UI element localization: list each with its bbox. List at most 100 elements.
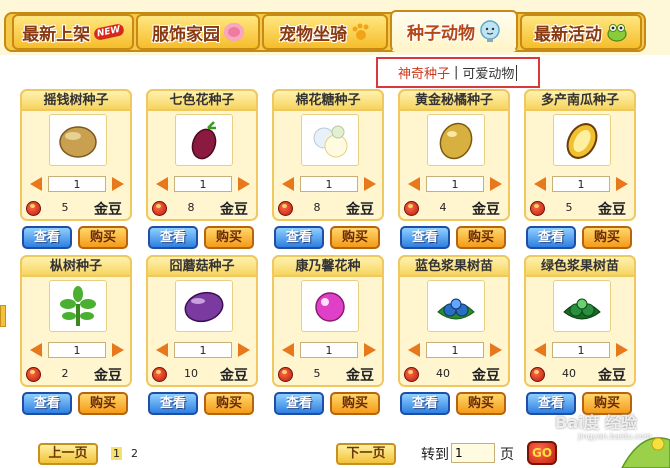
next-page-button[interactable]: 下一页 bbox=[336, 443, 396, 465]
increase-quantity-arrow[interactable] bbox=[490, 343, 502, 357]
price-currency: 金豆 bbox=[346, 368, 374, 384]
item-card: 囧蘑菇种子 10 金豆 bbox=[146, 255, 258, 387]
view-button[interactable]: 查看 bbox=[274, 392, 324, 415]
increase-quantity-arrow[interactable] bbox=[238, 177, 250, 191]
item-name: 康乃馨花种 bbox=[272, 255, 384, 277]
view-button[interactable]: 查看 bbox=[148, 392, 198, 415]
buy-button[interactable]: 购买 bbox=[78, 226, 128, 249]
quantity-input[interactable] bbox=[300, 342, 358, 358]
decrease-quantity-arrow[interactable] bbox=[156, 343, 168, 357]
quantity-input[interactable] bbox=[174, 342, 232, 358]
item-image[interactable] bbox=[175, 114, 233, 166]
increase-quantity-arrow[interactable] bbox=[490, 177, 502, 191]
item-image[interactable] bbox=[49, 114, 107, 166]
goto-page-input[interactable] bbox=[451, 443, 495, 463]
item-image[interactable] bbox=[427, 280, 485, 332]
price-currency: 金豆 bbox=[472, 368, 500, 384]
buy-button[interactable]: 购买 bbox=[204, 226, 254, 249]
new-badge-icon: NEW bbox=[93, 23, 125, 41]
item-card: 蓝色浆果树苗 40 金豆 bbox=[398, 255, 510, 387]
gold-bean-icon bbox=[26, 367, 41, 382]
view-button[interactable]: 查看 bbox=[526, 226, 576, 249]
view-button[interactable]: 查看 bbox=[400, 226, 450, 249]
decrease-quantity-arrow[interactable] bbox=[408, 177, 420, 191]
tab-new-arrivals[interactable]: 最新上架 NEW bbox=[12, 14, 134, 50]
buy-button[interactable]: 购买 bbox=[456, 226, 506, 249]
gold-bean-icon bbox=[404, 367, 419, 382]
quantity-input[interactable] bbox=[552, 342, 610, 358]
item-image[interactable] bbox=[301, 280, 359, 332]
quantity-input[interactable] bbox=[174, 176, 232, 192]
price-currency: 金豆 bbox=[598, 368, 626, 384]
buy-button[interactable]: 购买 bbox=[78, 392, 128, 415]
buy-button[interactable]: 购买 bbox=[330, 226, 380, 249]
page-number-current[interactable]: 1 bbox=[111, 447, 122, 460]
go-button[interactable]: GO bbox=[527, 441, 557, 465]
money-tree-seed-icon bbox=[59, 126, 97, 158]
quantity-input[interactable] bbox=[552, 176, 610, 192]
view-button[interactable]: 查看 bbox=[400, 392, 450, 415]
decrease-quantity-arrow[interactable] bbox=[282, 343, 294, 357]
subcategory-switch: 神奇种子 | 可爱动物 bbox=[376, 57, 540, 88]
increase-quantity-arrow[interactable] bbox=[364, 177, 376, 191]
subcategory-magic-seeds[interactable]: 神奇种子 bbox=[398, 63, 450, 82]
item-name: 枞树种子 bbox=[20, 255, 132, 277]
decrease-quantity-arrow[interactable] bbox=[534, 343, 546, 357]
item-name: 棉花糖种子 bbox=[272, 89, 384, 111]
view-button[interactable]: 查看 bbox=[22, 392, 72, 415]
decrease-quantity-arrow[interactable] bbox=[30, 343, 42, 357]
view-button[interactable]: 查看 bbox=[148, 226, 198, 249]
view-button[interactable]: 查看 bbox=[274, 226, 324, 249]
item-image[interactable] bbox=[553, 280, 611, 332]
tab-seeds-animals[interactable]: 种子动物 bbox=[390, 10, 518, 52]
item-image[interactable] bbox=[553, 114, 611, 166]
tab-latest-events[interactable]: 最新活动 bbox=[520, 14, 642, 50]
price-currency: 金豆 bbox=[598, 202, 626, 218]
tab-label: 最新活动 bbox=[534, 24, 602, 45]
increase-quantity-arrow[interactable] bbox=[112, 177, 124, 191]
decrease-quantity-arrow[interactable] bbox=[282, 177, 294, 191]
item-image[interactable] bbox=[427, 114, 485, 166]
item-image[interactable] bbox=[49, 280, 107, 332]
buy-button[interactable]: 购买 bbox=[330, 392, 380, 415]
decrease-quantity-arrow[interactable] bbox=[156, 177, 168, 191]
item-image[interactable] bbox=[301, 114, 359, 166]
flower-icon bbox=[224, 23, 244, 41]
tab-label: 种子动物 bbox=[407, 23, 475, 44]
lightbulb-icon bbox=[479, 19, 501, 43]
view-button[interactable]: 查看 bbox=[22, 226, 72, 249]
buy-button[interactable]: 购买 bbox=[204, 392, 254, 415]
price-currency: 金豆 bbox=[94, 202, 122, 218]
tab-label: 最新上架 bbox=[22, 24, 91, 45]
increase-quantity-arrow[interactable] bbox=[616, 343, 628, 357]
gold-bean-icon bbox=[278, 367, 293, 382]
page-number[interactable]: 2 bbox=[131, 447, 138, 460]
quantity-input[interactable] bbox=[426, 342, 484, 358]
increase-quantity-arrow[interactable] bbox=[364, 343, 376, 357]
item-image[interactable] bbox=[175, 280, 233, 332]
quantity-input[interactable] bbox=[426, 176, 484, 192]
increase-quantity-arrow[interactable] bbox=[238, 343, 250, 357]
increase-quantity-arrow[interactable] bbox=[112, 343, 124, 357]
gold-bean-icon bbox=[26, 201, 41, 216]
price-value: 40 bbox=[436, 367, 450, 380]
quantity-input[interactable] bbox=[48, 176, 106, 192]
buy-button[interactable]: 购买 bbox=[456, 392, 506, 415]
prev-page-button[interactable]: 上一页 bbox=[38, 443, 98, 465]
price-currency: 金豆 bbox=[94, 368, 122, 384]
buy-button[interactable]: 购买 bbox=[582, 226, 632, 249]
item-name: 多产南瓜种子 bbox=[524, 89, 636, 111]
subcategory-cute-animals[interactable]: 可爱动物 bbox=[462, 63, 514, 82]
quantity-input[interactable] bbox=[48, 342, 106, 358]
quantity-input[interactable] bbox=[300, 176, 358, 192]
cotton-candy-seed-icon bbox=[313, 125, 348, 158]
tab-pets-mounts[interactable]: 宠物坐骑 bbox=[262, 14, 388, 50]
price-value: 8 bbox=[313, 201, 321, 214]
gold-bean-icon bbox=[152, 367, 167, 382]
decrease-quantity-arrow[interactable] bbox=[408, 343, 420, 357]
increase-quantity-arrow[interactable] bbox=[616, 177, 628, 191]
decrease-quantity-arrow[interactable] bbox=[534, 177, 546, 191]
decrease-quantity-arrow[interactable] bbox=[30, 177, 42, 191]
price-currency: 金豆 bbox=[346, 202, 374, 218]
tab-clothing-home[interactable]: 服饰家园 bbox=[136, 14, 260, 50]
